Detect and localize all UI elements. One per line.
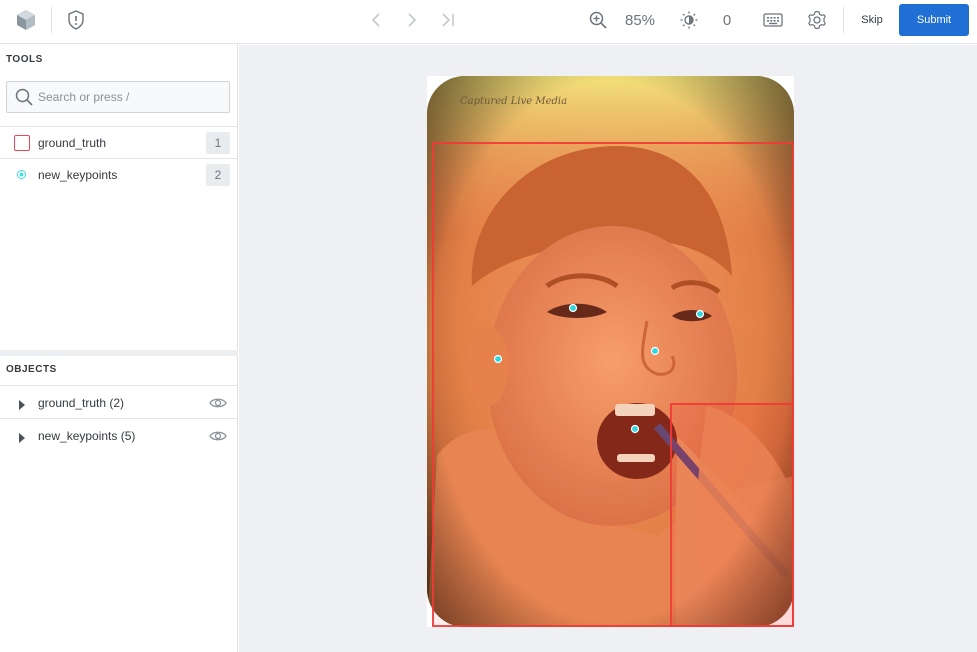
skip-button[interactable]: Skip (852, 4, 892, 36)
keypoint[interactable] (630, 424, 640, 434)
submit-button[interactable]: Submit (899, 4, 969, 36)
tool-label: new_keypoints (38, 168, 118, 182)
brightness-value[interactable]: 0 (716, 0, 738, 40)
keypoint[interactable] (493, 354, 503, 364)
object-group-label: ground_truth (2) (38, 396, 125, 410)
zoom-level[interactable]: 85% (620, 0, 660, 40)
search-icon (15, 88, 33, 111)
shield-alert-icon[interactable] (64, 0, 88, 40)
watermark-text: Captured Live Media (460, 96, 567, 107)
object-group-ground-truth[interactable]: ground_truth (2) (0, 386, 238, 419)
tool-label: ground_truth (38, 136, 107, 150)
object-group-label: new_keypoints (5) (38, 429, 136, 443)
objects-section-title: OBJECTS (6, 364, 57, 375)
search-input[interactable] (38, 82, 223, 112)
cube-logo-icon[interactable] (14, 0, 38, 40)
hotkey-badge: 2 (206, 164, 230, 186)
top-toolbar: 85% 0 Skip Submit (0, 0, 977, 44)
keypoint[interactable] (650, 346, 660, 356)
skip-to-end-icon[interactable] (437, 0, 459, 40)
keypoint[interactable] (695, 309, 705, 319)
brightness-icon[interactable] (678, 0, 700, 40)
bounding-box[interactable] (670, 403, 794, 627)
bounding-box-icon (14, 135, 30, 151)
keyboard-icon[interactable] (762, 0, 784, 40)
toolbar-divider (51, 7, 52, 33)
expand-caret-icon[interactable] (18, 430, 26, 448)
tool-new-keypoints[interactable]: new_keypoints 2 (0, 159, 238, 191)
zoom-value: 85% (624, 11, 656, 29)
settings-gear-icon[interactable] (806, 0, 828, 40)
eye-icon[interactable] (209, 429, 227, 447)
keypoint[interactable] (568, 303, 578, 313)
annotation-image[interactable]: Captured Live Media (427, 76, 794, 627)
expand-caret-icon[interactable] (18, 397, 26, 415)
toolbar-divider (843, 7, 844, 33)
annotation-canvas[interactable]: Captured Live Media (239, 45, 977, 652)
tool-search[interactable] (6, 81, 230, 113)
eye-icon[interactable] (209, 396, 227, 414)
brightness-value-text: 0 (722, 11, 732, 29)
left-sidebar: TOOLS ground_truth 1 new_keypoints 2 OBJ… (0, 44, 238, 652)
chevron-left-icon[interactable] (366, 0, 386, 40)
section-divider (0, 350, 238, 356)
object-group-new-keypoints[interactable]: new_keypoints (5) (0, 419, 238, 452)
chevron-right-icon[interactable] (402, 0, 422, 40)
tools-section-title: TOOLS (6, 54, 43, 65)
hotkey-badge: 1 (206, 132, 230, 154)
tool-ground-truth[interactable]: ground_truth 1 (0, 127, 238, 159)
keypoint-icon (17, 170, 26, 179)
zoom-in-icon[interactable] (587, 0, 609, 40)
